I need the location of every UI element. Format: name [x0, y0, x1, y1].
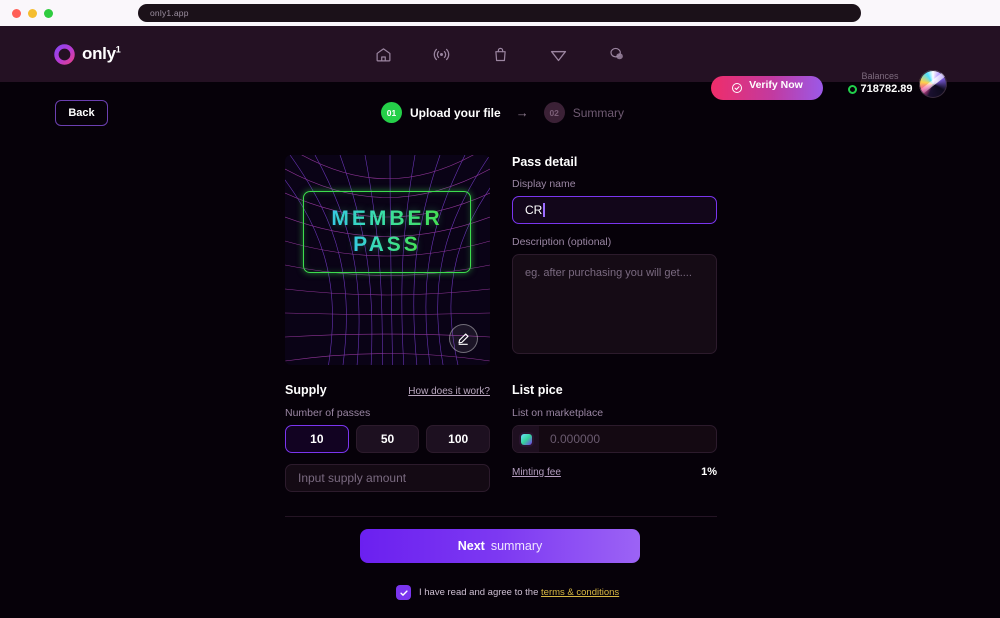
pass-detail-title: Pass detail — [512, 155, 578, 169]
how-does-it-work-link[interactable]: How does it work? — [408, 386, 490, 397]
balances-label: Balances — [861, 71, 899, 81]
app-header: only1 Verify Now Balances 718782.89 — [0, 26, 1000, 100]
stepper: 01 Upload your file → 02 Summary — [381, 102, 624, 123]
minting-fee-row: Minting fee 1% — [512, 466, 717, 478]
next-label-bold: Next — [457, 539, 485, 553]
chat-bubbles-icon — [610, 47, 623, 60]
address-bar[interactable]: only1.app — [138, 4, 861, 22]
browser-chrome: only1.app — [0, 0, 1000, 26]
list-on-marketplace-label: List on marketplace — [512, 407, 604, 419]
preview-line-1: MEMBER — [331, 207, 443, 230]
edit-image-button[interactable] — [449, 324, 478, 353]
token-square-icon — [513, 426, 539, 452]
broadcast-icon — [433, 48, 450, 60]
list-price-title: List pice — [512, 383, 563, 397]
terms-agreement: I have read and agree to the terms & con… — [396, 585, 619, 600]
next-summary-button[interactable]: Next summary — [360, 529, 640, 563]
step-1-badge: 01 — [381, 102, 402, 123]
description-textarea[interactable] — [512, 254, 717, 354]
terms-checkbox[interactable] — [396, 585, 411, 600]
list-price-header: List pice — [512, 383, 717, 397]
list-price-section: List pice List on marketplace Minting fe… — [512, 383, 717, 492]
back-button[interactable]: Back — [55, 100, 108, 126]
like-token-icon — [847, 84, 857, 94]
window-controls[interactable] — [12, 8, 53, 18]
step-1-label: Upload your file — [410, 105, 501, 120]
preview-line-2: PASS — [353, 233, 421, 256]
nav-home-button[interactable] — [370, 41, 396, 67]
passes-option-50[interactable]: 50 — [355, 425, 420, 453]
checkmark-icon — [399, 589, 408, 596]
passes-options: 10 50 100 — [285, 425, 491, 453]
diamond-icon — [550, 50, 567, 61]
description-label: Description (optional) — [512, 236, 612, 248]
maximize-window-button[interactable] — [44, 8, 53, 18]
step-2-badge: 02 — [543, 102, 565, 123]
neon-title-frame: MEMBER PASS — [303, 191, 471, 273]
shopping-bag-icon — [494, 47, 506, 61]
only1-ring-logo-icon — [54, 43, 75, 65]
app-root: only1.app only1 Verify Now Balances 7187… — [0, 0, 1000, 618]
main-content: MEMBER PASS Pass detail Display name CR … — [285, 155, 717, 517]
home-icon — [376, 47, 390, 61]
close-window-button[interactable] — [12, 8, 21, 18]
passes-option-10[interactable]: 10 — [285, 425, 349, 453]
bottom-columns: Supply How does it work? Number of passe… — [285, 383, 717, 492]
minting-fee-value: 1% — [701, 466, 717, 478]
supply-section: Supply How does it work? Number of passe… — [285, 383, 491, 492]
terms-conditions-link[interactable]: terms & conditions — [541, 587, 619, 598]
step-2-label: Summary — [572, 105, 625, 120]
top-columns: MEMBER PASS Pass detail Display name CR … — [285, 155, 717, 365]
supply-header: Supply How does it work? — [285, 383, 490, 397]
display-name-value: CR — [525, 203, 543, 217]
brand-logo-text: only1 — [82, 44, 121, 63]
next-label-rest: summary — [490, 539, 543, 553]
check-circle-icon — [732, 83, 743, 93]
nav-live-button[interactable] — [429, 41, 455, 67]
supply-title: Supply — [285, 383, 327, 397]
text-caret — [543, 203, 545, 217]
nav-gems-button[interactable] — [546, 41, 572, 67]
balances-amount: 718782.89 — [860, 83, 913, 95]
supply-amount-input[interactable] — [285, 464, 490, 492]
step-summary[interactable]: 02 Summary — [543, 102, 625, 123]
price-input[interactable] — [539, 426, 716, 452]
nav-shop-button[interactable] — [487, 41, 513, 67]
terms-text: I have read and agree to the terms & con… — [419, 587, 619, 598]
balances-row: 718782.89 — [845, 83, 915, 95]
price-input-group[interactable] — [512, 425, 717, 453]
minimize-window-button[interactable] — [28, 8, 37, 18]
pass-preview-card[interactable]: MEMBER PASS — [285, 155, 490, 365]
nav-messages-button[interactable] — [604, 41, 630, 67]
passes-option-100[interactable]: 100 — [426, 425, 491, 453]
pencil-edit-icon — [458, 333, 469, 345]
pass-detail-section: Pass detail Display name CR Description … — [512, 155, 717, 365]
header-nav — [370, 41, 630, 67]
step-arrow-icon: → — [515, 105, 529, 120]
verify-now-button[interactable]: Verify Now — [711, 76, 823, 100]
address-bar-url: only1.app — [150, 8, 189, 18]
verify-now-label: Verify Now — [749, 79, 803, 91]
minting-fee-link[interactable]: Minting fee — [512, 467, 561, 478]
balances-widget[interactable]: Balances 718782.89 — [845, 70, 915, 95]
display-name-label: Display name — [512, 178, 576, 190]
terms-text-lead: I have read and agree to the — [419, 587, 539, 598]
brand-logo[interactable]: only1 — [54, 43, 121, 65]
step-upload-your-file[interactable]: 01 Upload your file — [381, 102, 501, 123]
display-name-input[interactable]: CR — [512, 196, 717, 224]
section-divider — [285, 516, 717, 517]
number-of-passes-label: Number of passes — [285, 407, 371, 419]
user-avatar[interactable] — [919, 70, 947, 98]
